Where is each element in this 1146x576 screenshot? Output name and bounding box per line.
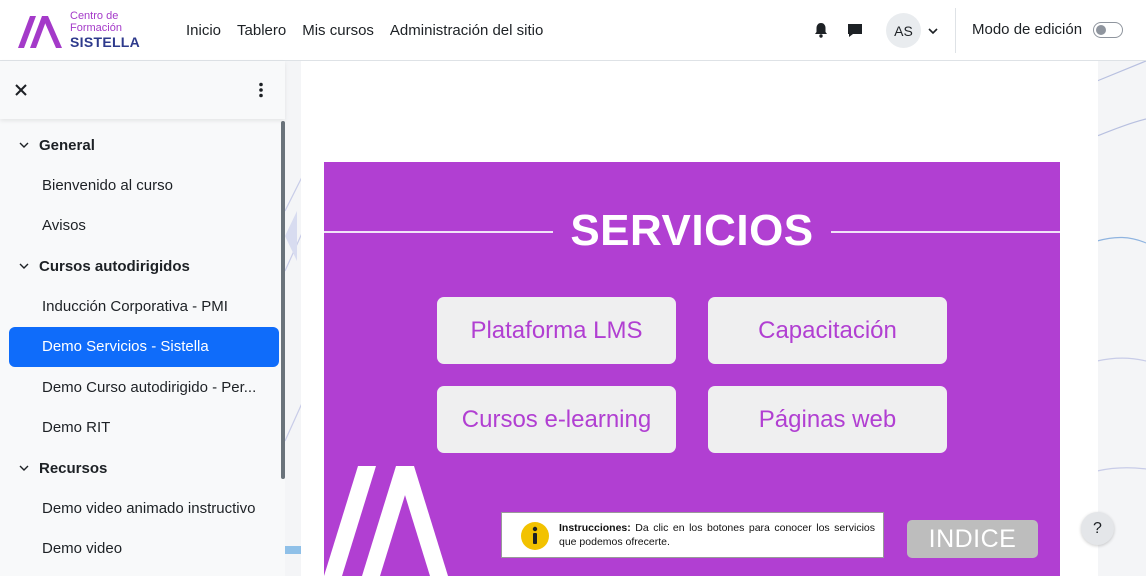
- course-item-video-animado[interactable]: Demo video animado instructivo: [0, 488, 280, 529]
- course-item-demo-video[interactable]: Demo video: [0, 529, 280, 570]
- top-navbar: Centro de Formación SISTELLA Inicio Tabl…: [0, 0, 1146, 61]
- course-item-label: Inducción Corporativa - PMI: [42, 297, 228, 315]
- close-icon[interactable]: [12, 81, 30, 99]
- logo-text-line2: Formación: [70, 22, 122, 34]
- logo-brand-name: SISTELLA: [70, 34, 141, 50]
- course-item-demo-servicios[interactable]: Demo Servicios - Sistella: [9, 326, 279, 367]
- slide-heading: SERVICIOS: [570, 206, 814, 255]
- kebab-menu-icon[interactable]: [252, 81, 270, 99]
- title-divider-right: [831, 231, 1060, 233]
- site-logo[interactable]: Centro de Formación SISTELLA: [16, 10, 156, 52]
- drawer-header: [0, 61, 285, 119]
- course-item-label: Demo video animado instructivo: [42, 499, 256, 517]
- course-item-label: Demo Servicios - Sistella: [42, 338, 209, 356]
- service-button-cursos-elearning[interactable]: Cursos e-learning: [437, 386, 676, 453]
- info-icon: [521, 522, 549, 550]
- service-button-plataforma-lms[interactable]: Plataforma LMS: [437, 297, 676, 364]
- section-recursos[interactable]: Recursos: [0, 448, 280, 488]
- nav-link-mis-cursos[interactable]: Mis cursos: [294, 22, 382, 39]
- edit-mode-label: Modo de edición: [972, 21, 1083, 38]
- course-item-label: Demo video: [42, 540, 123, 558]
- instructions-label: Instrucciones:: [559, 522, 631, 534]
- section-label: General: [39, 136, 95, 154]
- course-item-induccion[interactable]: Inducción Corporativa - PMI: [0, 286, 280, 327]
- section-cursos-autodirigidos[interactable]: Cursos autodirigidos: [0, 246, 280, 286]
- chevron-down-icon[interactable]: [18, 139, 30, 151]
- title-divider-left: [324, 231, 553, 233]
- messages-chat-icon[interactable]: [846, 21, 864, 39]
- help-button[interactable]: ?: [1081, 512, 1114, 545]
- chevron-down-icon[interactable]: [18, 462, 30, 474]
- navbar-divider: [955, 8, 956, 53]
- drawer-scrollbar[interactable]: [281, 121, 285, 479]
- course-item-label: Avisos: [42, 217, 86, 235]
- course-item-label: Bienvenido al curso: [42, 176, 173, 194]
- user-avatar[interactable]: AS: [886, 13, 921, 48]
- nav-link-tablero[interactable]: Tablero: [229, 22, 294, 39]
- chevron-down-icon[interactable]: [927, 25, 939, 37]
- logo-text-line1: Centro de: [70, 10, 119, 22]
- course-item-avisos[interactable]: Avisos: [0, 206, 280, 247]
- section-label: Cursos autodirigidos: [39, 257, 190, 275]
- section-general[interactable]: General: [0, 125, 280, 165]
- service-button-capacitacion[interactable]: Capacitación: [708, 297, 947, 364]
- course-item-demo-curso[interactable]: Demo Curso autodirigido - Per...: [0, 367, 280, 408]
- edit-mode-toggle[interactable]: [1093, 22, 1123, 38]
- instructions-text: Instrucciones: Da clic en los botones pa…: [559, 521, 875, 549]
- course-index-drawer: General Bienvenido al curso Avisos Curso…: [0, 61, 285, 576]
- index-button[interactable]: INDICE: [907, 520, 1038, 558]
- instructions-box: Instrucciones: Da clic en los botones pa…: [501, 512, 884, 558]
- course-item-label: Demo Curso autodirigido - Per...: [42, 378, 257, 396]
- chevron-down-icon[interactable]: [18, 260, 30, 272]
- nav-link-inicio[interactable]: Inicio: [178, 22, 229, 39]
- nav-link-administracion[interactable]: Administración del sitio: [382, 22, 551, 39]
- logo-mark-icon: [18, 16, 62, 48]
- primary-navigation: Inicio Tablero Mis cursos Administración…: [178, 0, 551, 61]
- course-item-demo-rit[interactable]: Demo RIT: [0, 408, 280, 449]
- notifications-bell-icon[interactable]: [812, 21, 830, 39]
- service-button-paginas-web[interactable]: Páginas web: [708, 386, 947, 453]
- course-item-label: Demo RIT: [42, 419, 111, 437]
- course-index-list: General Bienvenido al curso Avisos Curso…: [0, 119, 280, 569]
- toggle-knob: [1096, 25, 1106, 35]
- section-label: Recursos: [39, 459, 108, 477]
- course-item-bienvenido[interactable]: Bienvenido al curso: [0, 165, 280, 206]
